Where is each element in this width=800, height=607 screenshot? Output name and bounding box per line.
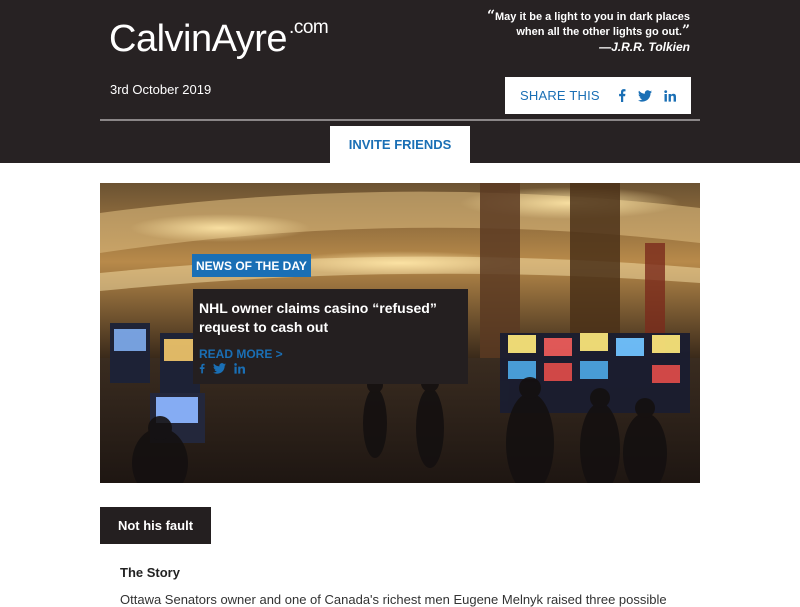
issue-date: 3rd October 2019 bbox=[110, 82, 212, 97]
quote-line-1: May it be a light to you in dark places bbox=[495, 11, 690, 23]
twitter-icon[interactable] bbox=[213, 363, 226, 377]
calvinayre-logo[interactable]: CalvinAyre .com bbox=[109, 17, 329, 61]
read-more-link[interactable]: READ MORE > bbox=[199, 347, 283, 361]
facebook-icon[interactable] bbox=[199, 363, 205, 377]
headline-title[interactable]: NHL owner claims casino “refused” reques… bbox=[199, 299, 459, 337]
quote-line-2: when all the other lights go out. bbox=[516, 26, 682, 38]
quote-close-mark: ” bbox=[681, 23, 690, 39]
section-label: Not his fault bbox=[100, 507, 211, 544]
twitter-icon[interactable] bbox=[637, 89, 652, 102]
linkedin-icon[interactable] bbox=[664, 89, 676, 102]
logo-suffix: .com bbox=[289, 17, 329, 39]
news-of-the-day-tag: NEWS OF THE DAY bbox=[192, 254, 311, 277]
email-header: CalvinAyre .com “May it be a light to you… bbox=[0, 0, 800, 163]
logo-main: CalvinAyre bbox=[109, 18, 288, 60]
story-heading: The Story bbox=[120, 565, 180, 580]
share-box: SHARE THIS bbox=[505, 77, 691, 114]
headline-card: NHL owner claims casino “refused” reques… bbox=[193, 289, 468, 384]
share-label: SHARE THIS bbox=[520, 88, 600, 103]
linkedin-icon[interactable] bbox=[234, 363, 245, 377]
quote-author: —J.R.R. Tolkien bbox=[599, 40, 690, 54]
header-quote: “May it be a light to you in dark places… bbox=[430, 9, 690, 54]
header-divider bbox=[100, 119, 700, 121]
invite-friends-button[interactable]: INVITE FRIENDS bbox=[330, 126, 470, 163]
card-social-icons bbox=[199, 363, 245, 377]
quote-open-mark: “ bbox=[486, 8, 495, 24]
facebook-icon[interactable] bbox=[618, 89, 626, 102]
